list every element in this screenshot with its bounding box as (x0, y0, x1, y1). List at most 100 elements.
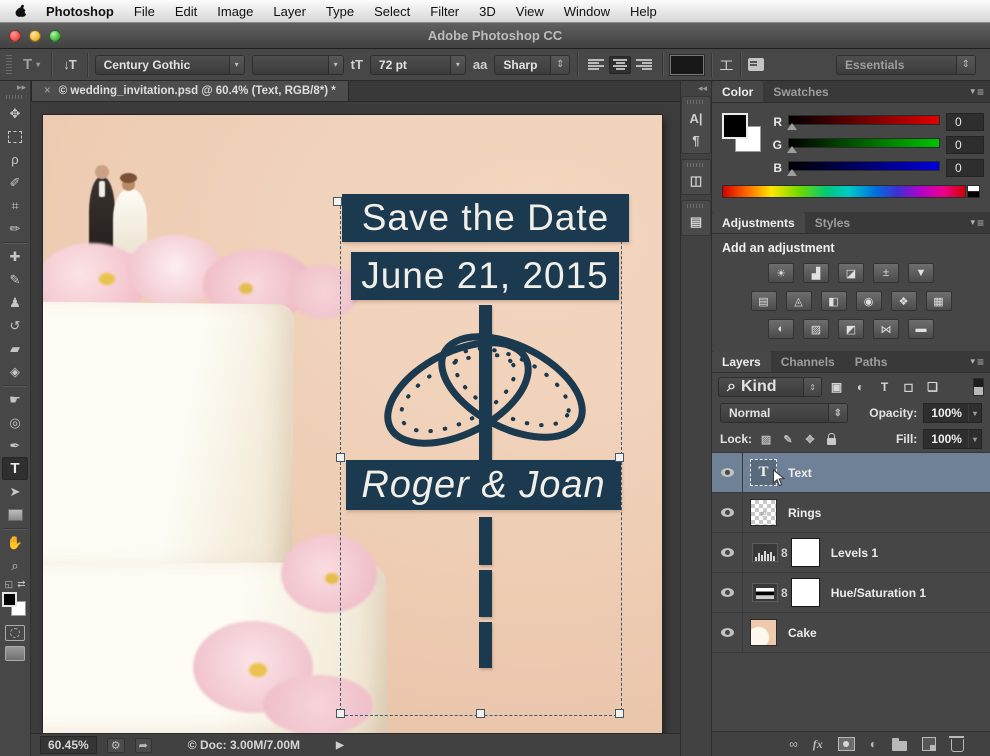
mask-link-icon[interactable]: 8 (781, 586, 788, 600)
font-family-select[interactable]: Century Gothic ▾ (95, 55, 245, 75)
status-menu-arrow-icon[interactable]: ▶ (336, 740, 344, 751)
warp-text-icon[interactable]: 工 (719, 55, 733, 74)
brightness-contrast-icon[interactable]: ☀ (768, 263, 794, 283)
transform-handle[interactable] (336, 453, 345, 462)
filter-smart-objects-icon[interactable]: ❏ (923, 380, 942, 394)
fill-field[interactable]: 100% ▾ (923, 429, 982, 449)
layer-mask-thumbnail[interactable] (791, 578, 820, 607)
photo-filter-icon[interactable]: ◉ (856, 291, 882, 311)
levels-icon[interactable]: ▟ (803, 263, 829, 283)
tool-smudge[interactable]: ☛ (2, 388, 28, 411)
layer-thumbnail-rings[interactable]: ∞ (750, 499, 777, 526)
tools-grip[interactable] (6, 95, 24, 99)
tab-color[interactable]: Color (712, 81, 763, 102)
hue-saturation-icon[interactable]: ▤ (751, 291, 777, 311)
quick-mask-button[interactable] (5, 625, 25, 641)
threshold-icon[interactable]: ◩ (838, 319, 864, 339)
layer-style-fx-icon[interactable]: fx (813, 737, 823, 752)
tool-path-selection[interactable]: ➤ (2, 480, 28, 503)
align-right-button[interactable] (633, 56, 655, 74)
visibility-toggle[interactable] (712, 533, 743, 572)
status-gear-icon[interactable]: ⚙ (107, 738, 125, 753)
tool-eraser[interactable]: ▰ (2, 337, 28, 360)
panel-menu-icon[interactable]: ▾≡ (970, 81, 990, 102)
opacity-field[interactable]: 100% ▾ (923, 403, 982, 423)
layer-row-levels[interactable]: 8 Levels 1 (712, 533, 990, 573)
tool-dodge[interactable]: ◎ (2, 411, 28, 434)
menu-file[interactable]: File (124, 4, 165, 19)
slider-thumb[interactable] (787, 123, 797, 130)
filter-adjustment-layers-icon[interactable]: ◐ (851, 380, 870, 394)
layer-name[interactable]: Levels 1 (831, 546, 878, 560)
layer-row-hue-saturation[interactable]: 8 Hue/Saturation 1 (712, 573, 990, 613)
selective-color-icon[interactable]: ▬ (908, 319, 934, 339)
filter-kind-select[interactable]: ⌕ Kind ⇕ (718, 377, 822, 397)
paragraph-panel-icon[interactable]: ¶ (684, 129, 708, 151)
expand-panels-icon[interactable]: ◂◂ (694, 82, 711, 96)
default-colors-controls[interactable]: ◱ ⇄ (5, 579, 26, 590)
menu-window[interactable]: Window (554, 4, 620, 19)
mask-link-icon[interactable]: 8 (781, 546, 788, 560)
zoom-level-field[interactable]: 60.45% (40, 736, 97, 754)
dock-grip[interactable] (687, 204, 705, 208)
slider-thumb[interactable] (787, 169, 797, 176)
status-share-icon[interactable]: ➦ (135, 738, 152, 753)
layer-mask-thumbnail[interactable] (791, 538, 820, 567)
transform-handle[interactable] (615, 453, 624, 462)
screen-mode-button[interactable] (5, 646, 25, 661)
layer-name[interactable]: Hue/Saturation 1 (831, 586, 926, 600)
menu-view[interactable]: View (506, 4, 554, 19)
tool-eyedropper[interactable]: ✏ (2, 217, 28, 240)
options-grip[interactable] (6, 55, 12, 75)
tool-clone-stamp[interactable]: ♟ (2, 291, 28, 314)
tool-history-brush[interactable]: ↺ (2, 314, 28, 337)
visibility-toggle[interactable] (712, 573, 743, 612)
menu-help[interactable]: Help (620, 4, 667, 19)
properties-panel-icon[interactable]: ◫ (684, 170, 708, 192)
paragraph-styles-panel-icon[interactable]: ▤ (684, 211, 708, 233)
panel-menu-icon[interactable]: ▾≡ (970, 212, 990, 233)
align-left-button[interactable] (585, 56, 607, 74)
text-orientation-button[interactable]: ↓T (59, 57, 79, 72)
gradient-map-icon[interactable]: ⋈ (873, 319, 899, 339)
new-layer-icon[interactable] (922, 737, 936, 751)
transform-handle[interactable] (615, 709, 624, 718)
red-value-field[interactable]: 0 (946, 113, 984, 131)
tool-pen[interactable]: ✒ (2, 434, 28, 457)
tool-spot-healing-brush[interactable]: ✚ (2, 245, 28, 268)
layer-name[interactable]: Rings (788, 506, 821, 520)
filtering-toggle[interactable] (973, 378, 984, 396)
names-text[interactable]: Roger & Joan (346, 460, 621, 510)
tool-move[interactable]: ✥ (2, 102, 28, 125)
red-slider[interactable] (788, 114, 940, 130)
lock-image-pixels-icon[interactable]: ✎ (780, 433, 796, 446)
green-slider[interactable] (788, 137, 940, 153)
anti-alias-select[interactable]: Sharp ⇕ (494, 55, 570, 75)
menu-edit[interactable]: Edit (165, 4, 207, 19)
vibrance-icon[interactable]: ▼ (908, 263, 934, 283)
visibility-toggle[interactable] (712, 493, 743, 532)
canvas-image[interactable]: Save the Date June 21, 2015 (43, 115, 662, 733)
add-layer-mask-icon[interactable] (838, 737, 855, 751)
font-size-select[interactable]: 72 pt ▾ (370, 55, 466, 75)
tool-brush[interactable]: ✎ (2, 268, 28, 291)
transform-handle[interactable] (336, 709, 345, 718)
workspace-select[interactable]: Essentials ⇕ (836, 55, 976, 75)
visibility-toggle[interactable] (712, 613, 743, 652)
close-window-button[interactable] (9, 30, 21, 42)
align-center-button[interactable] (609, 56, 631, 74)
new-group-icon[interactable] (892, 741, 907, 751)
transform-handle[interactable] (476, 709, 485, 718)
tool-quick-selection[interactable]: ✐ (2, 171, 28, 194)
blue-value-field[interactable]: 0 (946, 159, 984, 177)
curves-icon[interactable]: ◪ (838, 263, 864, 283)
panel-menu-icon[interactable]: ▾≡ (970, 351, 990, 372)
toggle-panels-icon[interactable] (748, 58, 764, 71)
tab-paths[interactable]: Paths (845, 351, 898, 372)
tool-preset-picker[interactable]: T ▾ (19, 56, 44, 73)
character-panel-icon[interactable]: A| (684, 107, 708, 129)
color-balance-icon[interactable]: ◬ (786, 291, 812, 311)
dock-grip[interactable] (687, 163, 705, 167)
layer-row-text[interactable]: T Text (712, 453, 990, 493)
tool-paint-bucket[interactable]: ◈ (2, 360, 28, 383)
